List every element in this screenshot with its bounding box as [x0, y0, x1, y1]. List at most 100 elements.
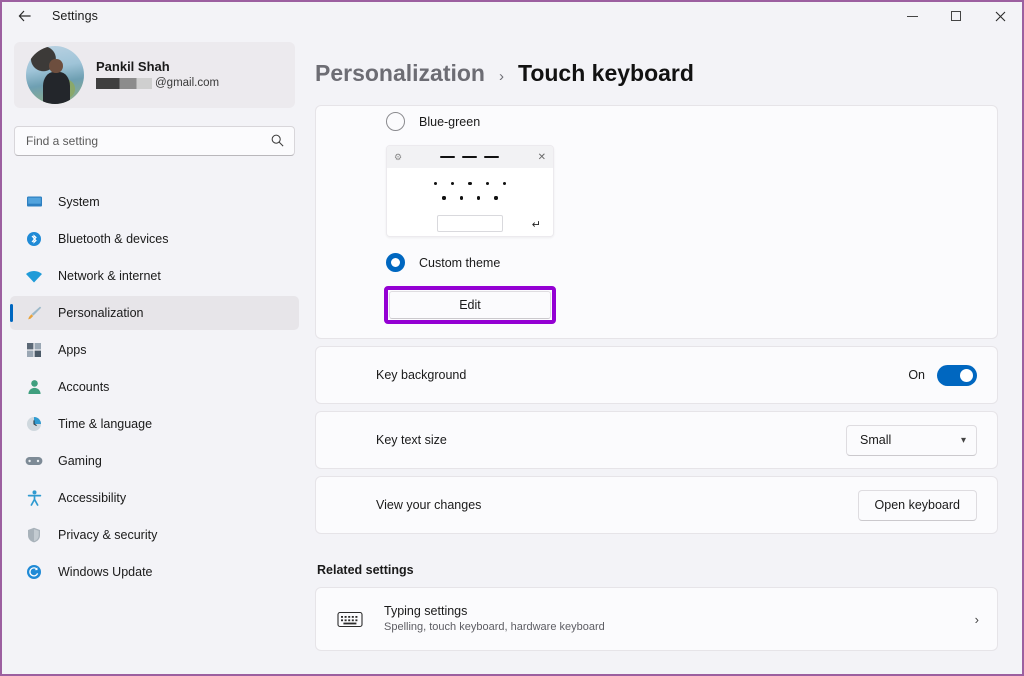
view-changes-row: View your changes Open keyboard — [316, 477, 997, 533]
key-background-card: Key background On — [315, 346, 998, 404]
content-area: Personalization › Touch keyboard Blue-gr… — [307, 30, 1022, 674]
preview-key-row — [387, 182, 553, 185]
key-background-row: Key background On — [316, 347, 997, 403]
maximize-icon — [951, 11, 961, 21]
sidebar-item-label: Personalization — [58, 306, 143, 320]
sidebar-item-accounts[interactable]: Accounts — [10, 370, 299, 404]
sidebar-item-apps[interactable]: Apps — [10, 333, 299, 367]
sidebar: Pankil Shah @gmail.com — [2, 30, 307, 674]
chevron-right-icon: › — [975, 612, 979, 627]
key-dot-icon — [434, 182, 437, 185]
view-changes-control: Open keyboard — [858, 490, 977, 521]
typing-settings-text: Typing settings Spelling, touch keyboard… — [384, 602, 605, 636]
sidebar-item-personalization[interactable]: Personalization — [10, 296, 299, 330]
edit-button[interactable]: Edit — [389, 291, 551, 319]
gamepad-icon — [24, 452, 44, 470]
theme-option-blue-green[interactable]: Blue-green — [316, 106, 997, 131]
sidebar-item-label: System — [58, 195, 100, 209]
wifi-icon — [24, 267, 44, 285]
key-background-control: On — [908, 365, 977, 386]
sidebar-item-windows-update[interactable]: Windows Update — [10, 555, 299, 589]
sidebar-item-accessibility[interactable]: Accessibility — [10, 481, 299, 515]
chevron-down-icon: ▾ — [961, 435, 966, 446]
link-title: Typing settings — [384, 602, 605, 620]
person-icon — [24, 378, 44, 396]
search-input[interactable] — [14, 126, 295, 156]
enter-icon: ↵ — [532, 218, 541, 231]
avatar — [26, 46, 84, 104]
app-shell: Pankil Shah @gmail.com — [2, 30, 1022, 674]
profile-text: Pankil Shah @gmail.com — [96, 58, 219, 91]
setting-label: View your changes — [376, 498, 481, 512]
keyboard-theme-preview: ⚙ ✕ — [386, 145, 554, 237]
key-dot-icon — [477, 196, 480, 199]
key-dot-icon — [460, 196, 463, 199]
minimize-button[interactable] — [890, 2, 934, 30]
key-text-size-card: Key text size Small ▾ — [315, 411, 998, 469]
breadcrumb: Personalization › Touch keyboard — [315, 30, 998, 105]
accessibility-icon — [24, 489, 44, 507]
typing-settings-row[interactable]: Typing settings Spelling, touch keyboard… — [316, 588, 997, 650]
paintbrush-icon — [24, 304, 44, 322]
update-icon — [24, 563, 44, 581]
sidebar-item-label: Gaming — [58, 454, 102, 468]
close-icon: ✕ — [538, 152, 546, 163]
key-dot-icon — [451, 182, 454, 185]
theme-option-label: Blue-green — [419, 115, 480, 129]
sidebar-item-time-language[interactable]: Time & language — [10, 407, 299, 441]
radio-unselected-icon[interactable] — [386, 112, 405, 131]
sidebar-item-system[interactable]: System — [10, 185, 299, 219]
close-button[interactable] — [978, 2, 1022, 30]
sidebar-item-gaming[interactable]: Gaming — [10, 444, 299, 478]
search-icon[interactable] — [270, 133, 285, 148]
redacted-email-icon — [96, 78, 152, 89]
radio-selected-icon[interactable] — [386, 253, 405, 272]
search-container — [14, 126, 295, 156]
keyboard-icon — [334, 606, 366, 632]
back-button[interactable] — [8, 3, 42, 29]
setting-label: Key background — [376, 368, 466, 382]
sidebar-item-label: Apps — [58, 343, 87, 357]
preview-keys-area: ↵ — [387, 168, 553, 237]
bluetooth-icon — [24, 230, 44, 248]
monitor-icon — [24, 193, 44, 211]
sidebar-item-label: Bluetooth & devices — [58, 232, 169, 246]
dash-icon — [484, 156, 499, 159]
key-dot-icon — [486, 182, 489, 185]
key-dot-icon — [494, 196, 497, 199]
dash-icon — [440, 156, 455, 159]
sidebar-item-privacy-security[interactable]: Privacy & security — [10, 518, 299, 552]
minimize-icon — [907, 16, 918, 17]
sidebar-item-label: Accounts — [58, 380, 109, 394]
key-text-size-select[interactable]: Small ▾ — [846, 425, 977, 456]
key-dot-icon — [503, 182, 506, 185]
theme-option-custom-theme[interactable]: Custom theme — [316, 253, 997, 272]
profile-card[interactable]: Pankil Shah @gmail.com — [14, 42, 295, 108]
sidebar-item-label: Network & internet — [58, 269, 161, 283]
sidebar-item-label: Time & language — [58, 417, 152, 431]
sidebar-item-bluetooth-devices[interactable]: Bluetooth & devices — [10, 222, 299, 256]
apps-icon — [24, 341, 44, 359]
open-keyboard-button[interactable]: Open keyboard — [858, 490, 977, 521]
preview-dashes — [440, 156, 499, 159]
window-controls — [890, 2, 1022, 30]
key-dot-icon — [468, 182, 471, 185]
theme-option-label: Custom theme — [419, 256, 500, 270]
preview-title-bar: ⚙ ✕ — [387, 146, 553, 168]
sidebar-item-network-internet[interactable]: Network & internet — [10, 259, 299, 293]
back-arrow-icon — [17, 8, 33, 24]
sidebar-item-label: Windows Update — [58, 565, 153, 579]
profile-email-suffix: @gmail.com — [155, 76, 219, 92]
keyboard-theme-panel: Blue-green ⚙ ✕ — [315, 105, 998, 339]
related-settings-heading: Related settings — [315, 541, 998, 587]
edit-button-highlight: Edit — [384, 286, 556, 324]
chevron-right-icon: › — [499, 68, 504, 85]
breadcrumb-parent-link[interactable]: Personalization — [315, 60, 485, 87]
key-background-toggle[interactable] — [937, 365, 977, 386]
typing-settings-card[interactable]: Typing settings Spelling, touch keyboard… — [315, 587, 998, 651]
close-icon — [995, 11, 1006, 22]
clock-icon — [24, 415, 44, 433]
maximize-button[interactable] — [934, 2, 978, 30]
setting-label: Key text size — [376, 433, 447, 447]
link-subtitle: Spelling, touch keyboard, hardware keybo… — [384, 620, 605, 636]
